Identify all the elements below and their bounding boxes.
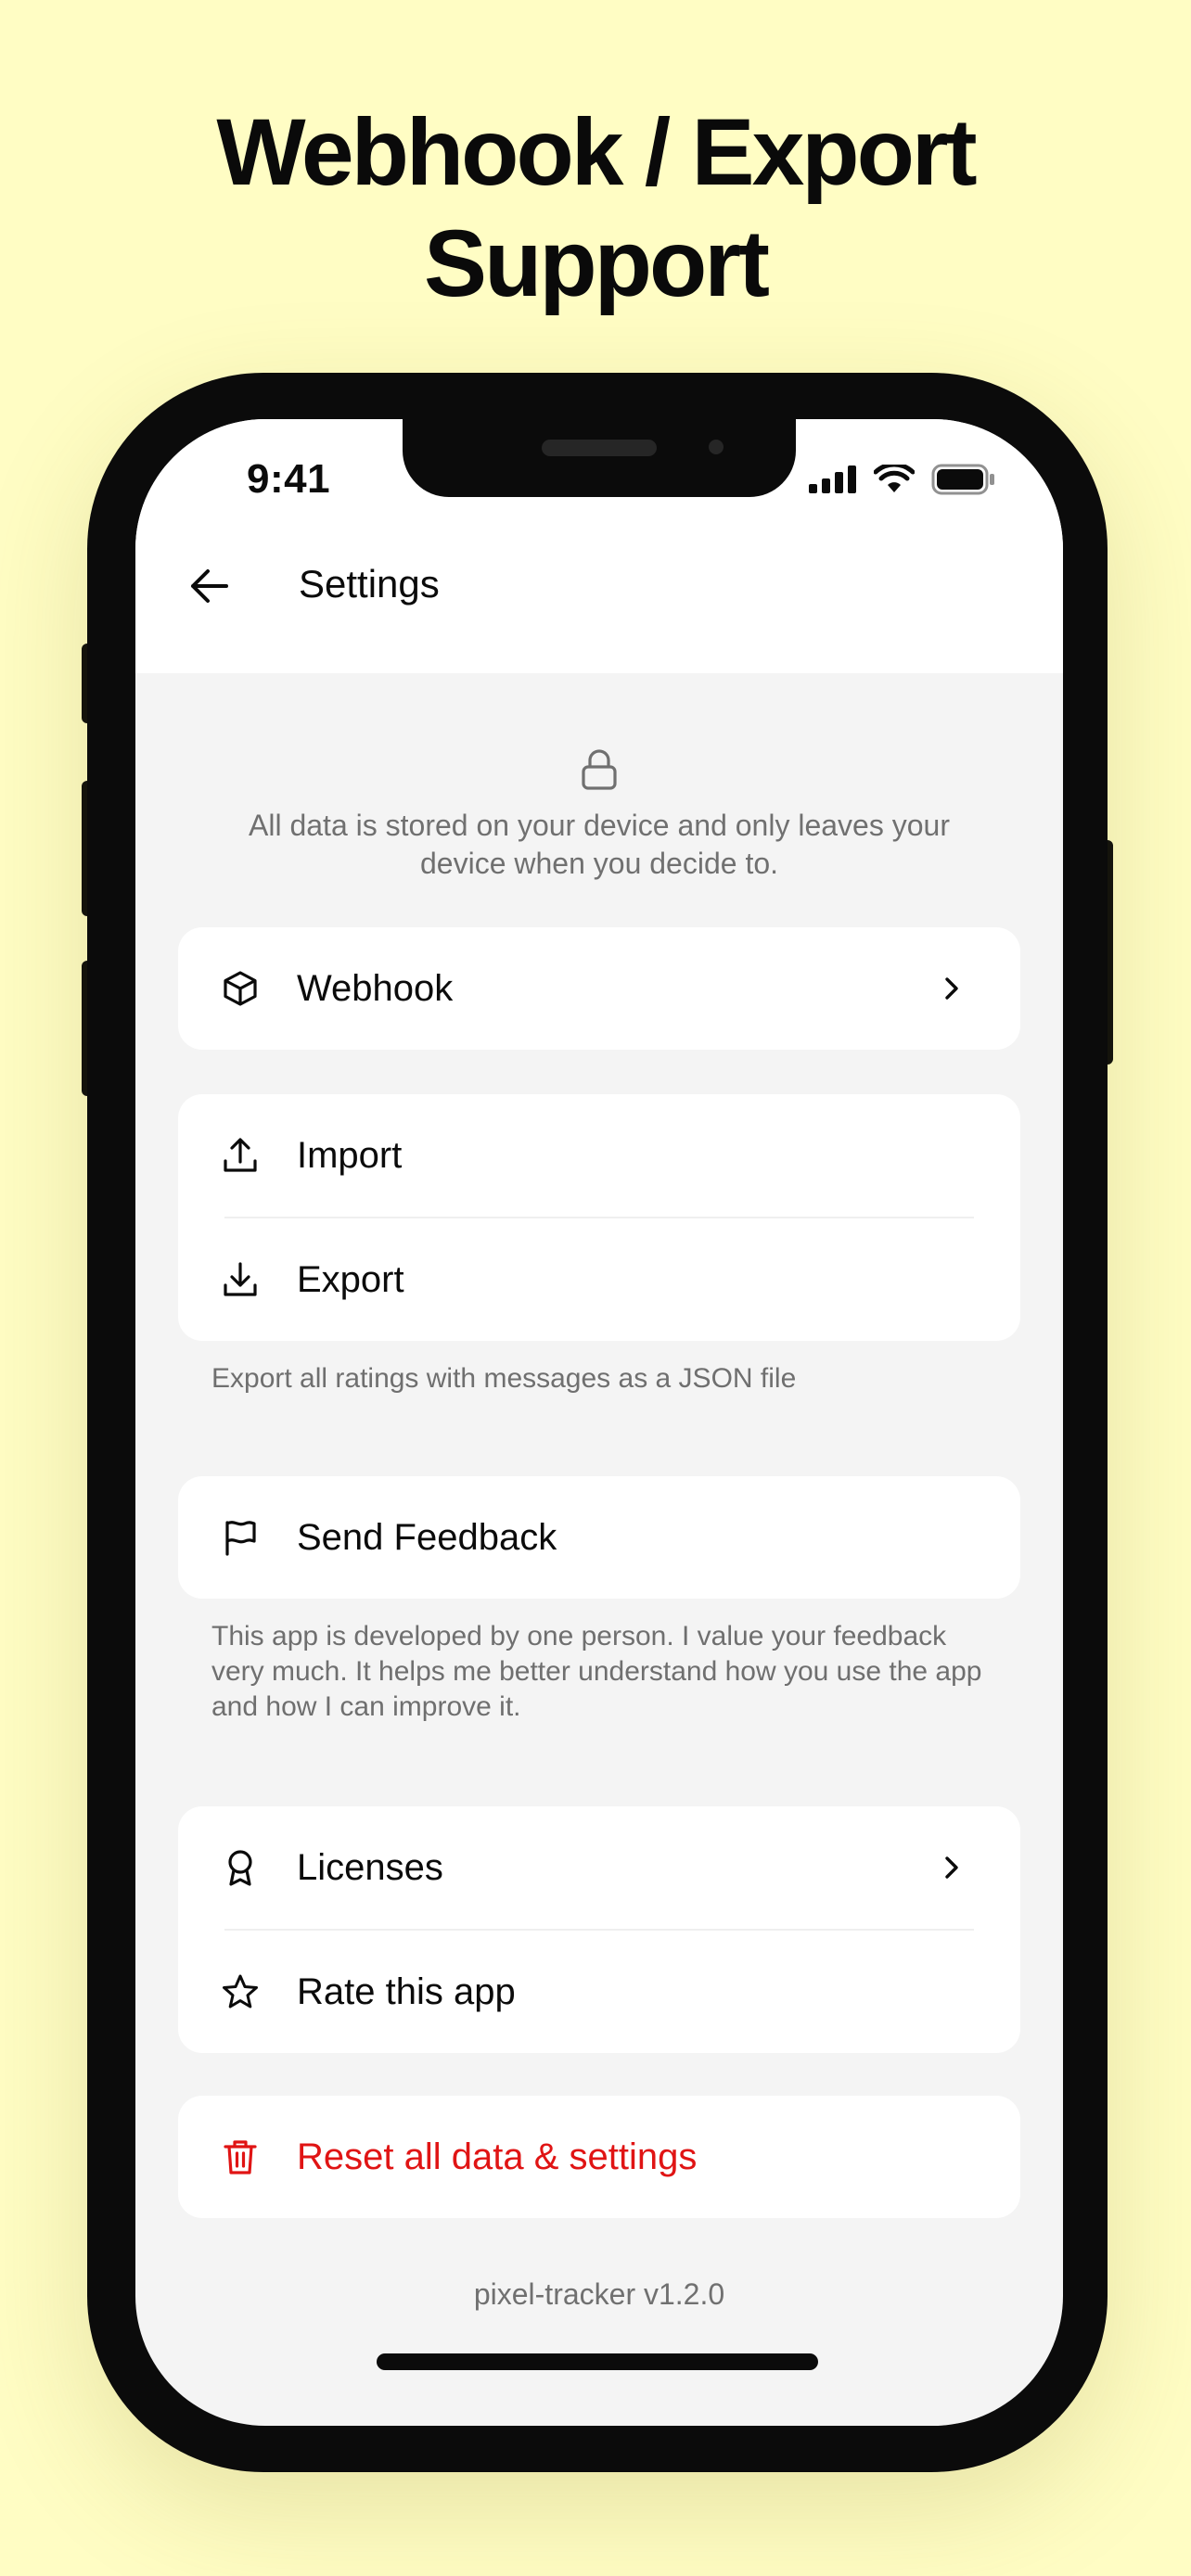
- cube-icon: [224, 971, 257, 1006]
- status-time: 9:41: [247, 456, 331, 502]
- rate-app-label: Rate this app: [297, 1971, 516, 2012]
- battery-icon: [931, 464, 994, 495]
- marketing-headline: Webhook / Export Support: [0, 96, 1191, 319]
- back-button[interactable]: [176, 553, 243, 619]
- reset-card: Reset all data & settings: [178, 2096, 1020, 2218]
- page-title: Settings: [299, 562, 440, 606]
- phone-frame: 9:41 Settings All data is stored on your…: [87, 373, 1108, 2472]
- chevron-right-icon: [945, 977, 958, 1000]
- export-note: Export all ratings with messages as a JS…: [211, 1363, 797, 1394]
- status-icons: [809, 464, 996, 495]
- arrow-left-icon: [191, 569, 228, 603]
- headline-line-1: Webhook / Export: [216, 99, 977, 205]
- webhook-card: Webhook: [178, 927, 1020, 1050]
- webhook-row[interactable]: Webhook: [178, 927, 1020, 1050]
- licenses-label: Licenses: [297, 1847, 443, 1888]
- import-row[interactable]: Import: [178, 1094, 1020, 1217]
- rate-app-row[interactable]: Rate this app: [178, 1931, 1020, 2053]
- licenses-row[interactable]: Licenses: [178, 1806, 1020, 1929]
- download-icon: [224, 1262, 257, 1296]
- notch-speaker: [542, 440, 657, 456]
- award-icon: [228, 1850, 252, 1886]
- privacy-notice: All data is stored on your device and on…: [249, 809, 950, 880]
- export-label: Export: [297, 1259, 404, 1300]
- feedback-card: Send Feedback: [178, 1476, 1020, 1599]
- about-card: Licenses Rate this app: [178, 1806, 1020, 2053]
- home-indicator[interactable]: [377, 2353, 818, 2370]
- chevron-right-icon: [945, 1856, 958, 1879]
- import-export-card: Import Export: [178, 1094, 1020, 1341]
- upload-icon: [224, 1138, 257, 1172]
- wifi-icon: [874, 465, 915, 492]
- trash-icon: [224, 2140, 257, 2174]
- reset-label: Reset all data & settings: [297, 2136, 698, 2177]
- cellular-signal-icon: [809, 465, 856, 493]
- lock-icon: [582, 749, 617, 790]
- webhook-label: Webhook: [297, 968, 454, 1009]
- phone-screen: 9:41 Settings All data is stored on your…: [135, 419, 1063, 2426]
- export-row[interactable]: Export: [178, 1218, 1020, 1341]
- star-icon: [223, 1974, 258, 2009]
- feedback-note: This app is developed by one person. I v…: [211, 1621, 982, 1722]
- headline-line-2: Support: [424, 210, 770, 316]
- send-feedback-label: Send Feedback: [297, 1517, 557, 1558]
- import-label: Import: [297, 1135, 403, 1176]
- notch-camera: [709, 440, 724, 454]
- reset-row[interactable]: Reset all data & settings: [178, 2096, 1020, 2218]
- send-feedback-row[interactable]: Send Feedback: [178, 1476, 1020, 1599]
- device-notch: [403, 419, 796, 497]
- flag-icon: [225, 1521, 256, 1556]
- app-version: pixel-tracker v1.2.0: [473, 2277, 725, 2311]
